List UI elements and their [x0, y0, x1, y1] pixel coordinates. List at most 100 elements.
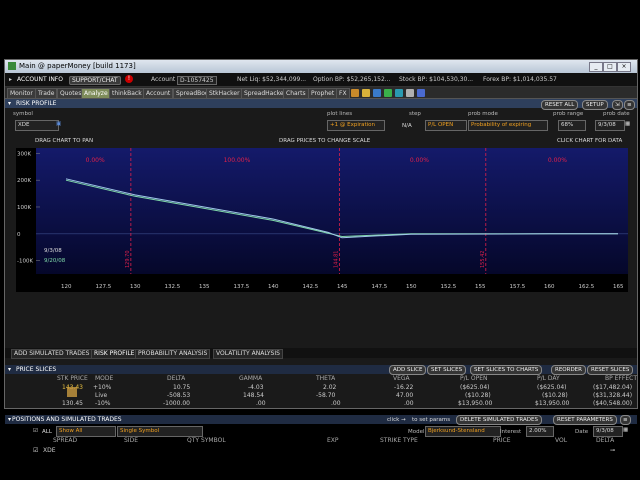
stock-bp-value: Stock BP: $104,530,30...: [399, 76, 474, 83]
add-slice-button[interactable]: ADD SLICE: [389, 365, 427, 375]
single-symbol-select[interactable]: Single Symbol: [117, 426, 203, 437]
account-label: Account: [151, 76, 176, 83]
price-slice-row[interactable]: Live -508.53 148.54 -58.70 47.00 ($10.28…: [5, 392, 637, 400]
show-all-select[interactable]: Show All: [56, 426, 116, 437]
minimize-button[interactable]: _: [589, 62, 603, 72]
col-gamma: GAMMA: [239, 375, 263, 382]
symbol-input[interactable]: XDE: [15, 120, 59, 131]
setup-button[interactable]: SETUP: [582, 100, 608, 110]
prob-range-input[interactable]: 68%: [558, 120, 586, 131]
account-select[interactable]: D-1057425: [177, 76, 217, 85]
collapse-icon[interactable]: ▾: [8, 100, 11, 107]
position-row[interactable]: ☑ XDE ⊸: [5, 447, 637, 455]
symbol-link-icon[interactable]: ▣: [56, 121, 61, 127]
pl-open-select[interactable]: P/L OPEN: [425, 120, 467, 131]
risk-profile-title: RISK PROFILE: [16, 100, 57, 107]
calendar-icon[interactable]: ▦: [623, 427, 628, 433]
collapse-icon[interactable]: ▾: [8, 416, 11, 423]
calendar-icon[interactable]: ▦: [625, 121, 630, 127]
strike-vline-label: 155.42: [480, 251, 486, 269]
date-input[interactable]: 9/3/08: [593, 426, 623, 437]
alert-badge[interactable]: !: [125, 75, 133, 83]
reset-parameters-button[interactable]: RESET PARAMETERS: [553, 415, 617, 425]
prob-date-label: prob date: [603, 111, 630, 117]
interest-label: Interest: [500, 429, 522, 435]
plot-lines-label: plot lines: [327, 111, 353, 117]
tab-thinkback[interactable]: thinkBack: [109, 88, 145, 99]
tab-monitor[interactable]: Monitor: [7, 88, 36, 99]
row-checkbox[interactable]: ☑: [33, 447, 38, 455]
all-checkbox[interactable]: ☑: [33, 428, 38, 434]
risk-profile-chart[interactable]: 300K 200K 100K 0 -100K 120 127.5 130 132.5 135 137…: [16, 148, 628, 292]
tab-add-simulated-trades[interactable]: ADD SIMULATED TRADES: [11, 349, 93, 359]
tab-charts[interactable]: Charts: [283, 88, 309, 99]
date-label: Date: [575, 429, 589, 435]
model-select[interactable]: Bjerksund-Stensland: [425, 426, 501, 437]
net-liq-value: Net Liq: $52,344,099...: [237, 76, 307, 83]
forex-bp-value: Forex BP: $1,014,035.57: [483, 76, 557, 83]
menu-icon[interactable]: ≡: [624, 100, 635, 110]
tab-spreadhacker[interactable]: SpreadHacker: [241, 88, 290, 99]
cell-pl-day: ($625.04): [537, 384, 567, 391]
col-bp-effect: BP EFFECT: [605, 375, 637, 382]
y-tick-label: 200K: [17, 178, 31, 184]
tab-volatility-analysis[interactable]: VOLATILITY ANALYSIS: [213, 349, 283, 359]
delete-simulated-trades-button[interactable]: DELETE SIMULATED TRADES: [456, 415, 542, 425]
cell-delta: 10.75: [173, 384, 191, 391]
globe-icon[interactable]: [395, 89, 403, 97]
plus-icon[interactable]: [384, 89, 392, 97]
chart-icon[interactable]: [373, 89, 381, 97]
tab-prophet[interactable]: Prophet: [308, 88, 338, 99]
close-button[interactable]: ×: [617, 62, 631, 72]
positions-header: ▾ POSITIONS AND SIMULATED TRADES: [5, 415, 637, 424]
plot-lines-select[interactable]: +1 @ Expiration: [327, 120, 385, 131]
tab-probability-analysis[interactable]: PROBABILITY ANALYSIS: [135, 349, 211, 359]
help-icon[interactable]: [417, 89, 425, 97]
set-slices-to-charts-button[interactable]: SET SLICES TO CHARTS: [470, 365, 543, 375]
collapse-icon[interactable]: ▾: [8, 366, 11, 373]
risk-chart-svg[interactable]: 300K 200K 100K 0 -100K 120 127.5 130 132.5 135 137…: [16, 148, 628, 292]
tab-risk-profile[interactable]: RISK PROFILE: [91, 349, 138, 359]
strike-vline-label: 144.81: [333, 251, 339, 269]
tab-trade[interactable]: Trade: [35, 88, 58, 99]
set-slices-button[interactable]: SET SLICES: [427, 365, 467, 375]
cell-pl-open: ($10.28): [465, 392, 491, 399]
tab-account[interactable]: Account: [143, 88, 174, 99]
price-slice-row[interactable]: 143.43 +10% 10.75 -4.03 2.02 -16.22 ($62…: [5, 384, 637, 392]
prob-mode-select[interactable]: Probability of expiring: [468, 120, 548, 131]
reset-slices-button[interactable]: RESET SLICES: [587, 365, 634, 375]
row-edit-icon[interactable]: ⊸: [610, 447, 615, 455]
cell-mode: Live: [95, 392, 108, 399]
maximize-button[interactable]: □: [603, 62, 617, 72]
cell-vega: 47.00: [396, 392, 414, 399]
account-bar: ▸ ACCOUNT INFO SUPPORT/CHAT ! Account D-…: [5, 73, 637, 87]
tab-stkhacker[interactable]: StkHacker: [206, 88, 243, 99]
strike-vline-label: 129.70: [125, 251, 131, 269]
reset-all-button[interactable]: RESET ALL: [541, 100, 579, 110]
lock-icon[interactable]: [362, 89, 370, 97]
option-bp-value: Option BP: $52,265,152...: [313, 76, 391, 83]
tab-analyze[interactable]: Analyze: [81, 88, 111, 99]
account-info-label[interactable]: ACCOUNT INFO: [17, 76, 63, 83]
prob-date-input[interactable]: 9/3/08: [595, 120, 625, 131]
cell-bp-effect: ($31,328.44): [593, 392, 633, 399]
x-tick-label: 132.5: [165, 284, 181, 290]
col-delta: DELTA: [596, 437, 615, 444]
cell-theta: .00: [331, 400, 341, 407]
cell-bp-effect: ($17,482.04): [593, 384, 633, 391]
cell-gamma: -4.03: [248, 384, 264, 391]
export-icon[interactable]: ⇲: [612, 100, 623, 110]
price-slice-row[interactable]: 130.45 -10% -1000.00 .00 .00 .00 $13,950…: [5, 400, 637, 408]
window-title: Main @ paperMoney [build 1173]: [19, 62, 136, 70]
drag-pan-hint: DRAG CHART TO PAN: [35, 138, 94, 144]
menu-icon[interactable]: ≡: [620, 415, 631, 425]
message-icon[interactable]: [406, 89, 414, 97]
support-chat-button[interactable]: SUPPORT/CHAT: [69, 76, 121, 85]
expand-icon[interactable]: ▸: [9, 76, 12, 83]
cell-stk-price[interactable]: 130.45: [62, 400, 83, 408]
tab-fx[interactable]: FX: [336, 88, 350, 99]
cursor-hand-icon: [67, 387, 77, 397]
settings-icon[interactable]: [351, 89, 359, 97]
reorder-button[interactable]: REORDER: [551, 365, 586, 375]
interest-input[interactable]: 2.00%: [526, 426, 554, 437]
